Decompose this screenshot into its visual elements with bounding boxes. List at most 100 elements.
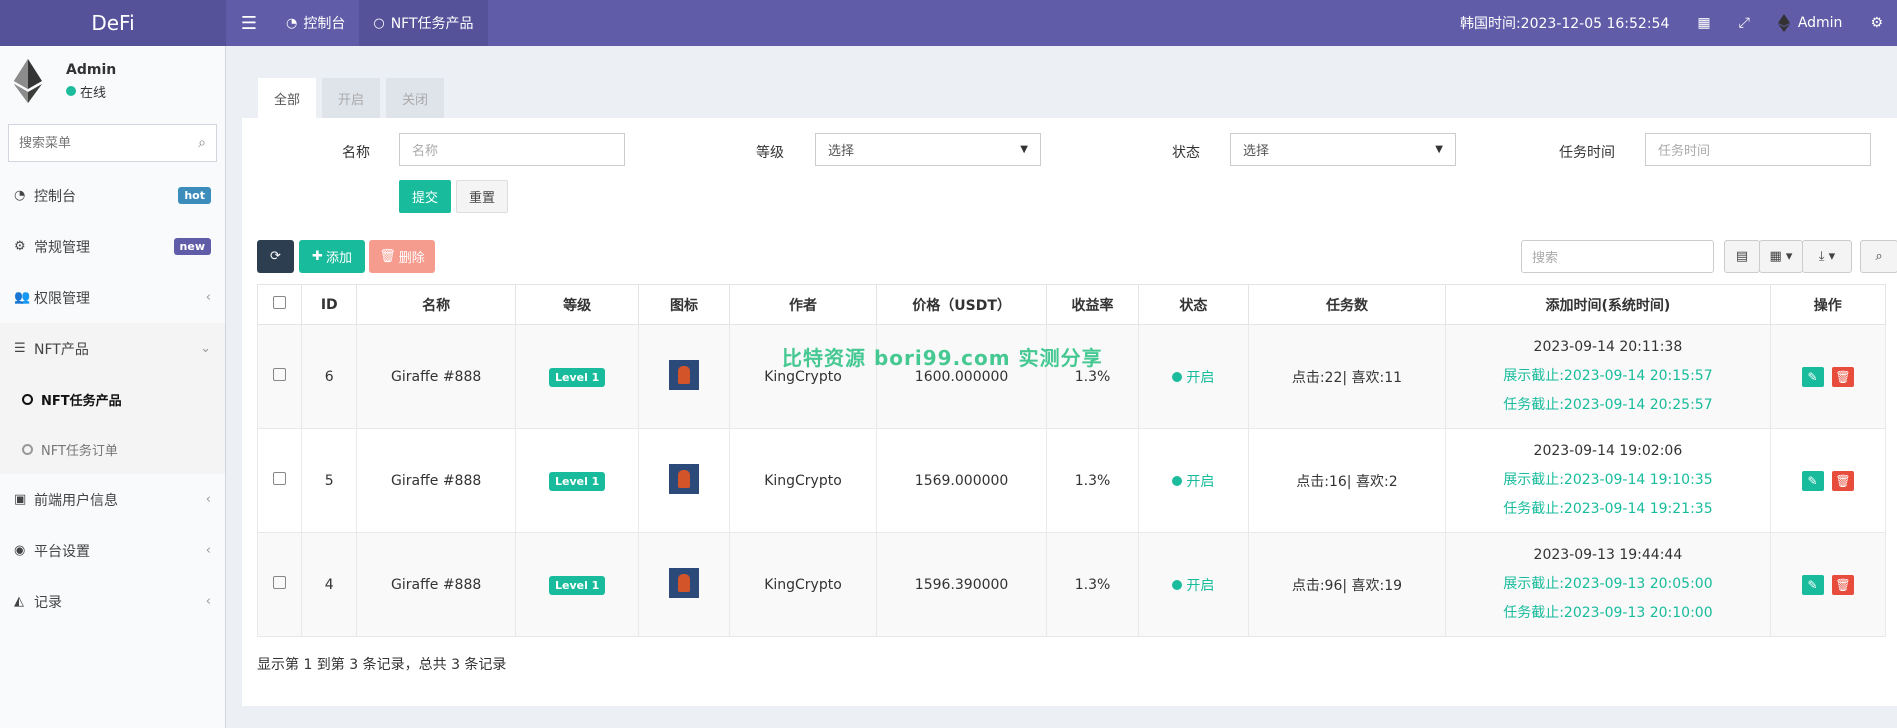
nft-thumbnail-image[interactable] — [669, 463, 700, 494]
level-filter-label: 等级 — [756, 145, 784, 161]
admin-user-menu[interactable]: Admin — [1764, 14, 1857, 32]
dashboard-icon: ◔ — [286, 15, 298, 31]
pagination-info: 显示第 1 到第 3 条记录，总共 3 条记录 — [257, 657, 507, 673]
settings-button[interactable]: ⚙ — [1856, 15, 1897, 31]
nft-product-table: ID 名称 等级 图标 作者 价格（USDT） 收益率 状态 任务数 添加时间(… — [256, 284, 1886, 637]
pencil-icon: ✎ — [1807, 473, 1818, 488]
group-icon: 👥 — [14, 290, 31, 305]
reset-button[interactable]: 重置 — [456, 180, 508, 213]
fullscreen-button[interactable]: ⤢ — [1725, 15, 1764, 31]
bars-icon: ☰ — [240, 12, 258, 34]
level-filter-select[interactable]: 选择 ▼ — [815, 133, 1041, 166]
edit-button[interactable]: ✎ — [1801, 574, 1824, 595]
name-filter-input[interactable]: 名称 — [399, 133, 625, 166]
column-header-added-time[interactable]: 添加时间(系统时间) — [1445, 284, 1771, 325]
show-until: 展示截止:2023-09-13 20:05:00 — [1503, 576, 1713, 592]
columns-button[interactable]: ▦ ▾ — [1759, 240, 1803, 273]
tab-enabled[interactable]: 开启 — [322, 78, 381, 118]
submit-button[interactable]: 提交 — [399, 180, 451, 213]
sidebar-item-permissions[interactable]: 👥 权限管理 ‹ — [0, 272, 225, 323]
column-header-status[interactable]: 状态 — [1138, 284, 1249, 325]
watermark-text: 比特资源 bori99.com 实测分享 — [782, 346, 1103, 370]
menu-toggle-button[interactable]: ☰ — [226, 0, 272, 46]
status-filter-select[interactable]: 选择 ▼ — [1230, 133, 1456, 166]
cell-actions: ✎ 🗑 — [1769, 532, 1886, 637]
status-dot-icon — [1172, 371, 1183, 382]
sidebar-item-label: NFT产品 — [34, 341, 89, 358]
column-header-level[interactable]: 等级 — [514, 284, 640, 325]
sidebar-item-label: 平台设置 — [34, 543, 90, 560]
task-time-filter-label: 任务时间 — [1559, 145, 1615, 161]
area-chart-icon: ◭ — [14, 594, 24, 609]
nft-thumbnail-image[interactable] — [669, 567, 700, 598]
main-content: 全部 开启 关闭 名称 名称 等级 选择 ▼ 状态 选择 ▼ 任务时间 任务时间… — [242, 62, 1897, 706]
nft-thumbnail-image[interactable] — [669, 359, 700, 390]
cell-status: 开启 — [1138, 324, 1249, 429]
delete-row-button[interactable]: 🗑 — [1831, 470, 1854, 491]
edit-button[interactable]: ✎ — [1801, 366, 1824, 387]
select-all-header[interactable] — [256, 284, 303, 325]
cell-actions: ✎ 🗑 — [1769, 324, 1886, 429]
row-checkbox[interactable] — [273, 576, 287, 589]
filter-tabs: 全部 开启 关闭 — [242, 62, 1897, 118]
menu-search-input[interactable] — [19, 135, 199, 151]
status-label: 开启 — [1186, 577, 1215, 594]
table-search-input[interactable]: 搜索 — [1521, 240, 1714, 273]
menu-search[interactable]: ⌕ — [8, 124, 217, 162]
sidebar-subitem-nft-task-order[interactable]: NFT任务订单 — [0, 424, 225, 474]
circle-icon — [22, 393, 33, 405]
sidebar-subitem-nft-task-product[interactable]: NFT任务产品 — [0, 374, 225, 424]
task-time-filter-input[interactable]: 任务时间 — [1645, 133, 1871, 166]
sidebar-item-general[interactable]: ⚙ 常规管理 new — [0, 221, 225, 272]
cell-rate: 1.3% — [1045, 324, 1140, 429]
cell-author: KingCrypto — [728, 324, 878, 429]
trash-icon: 🗑 — [1835, 473, 1851, 488]
cell-added-time: 2023-09-14 19:02:06 展示截止:2023-09-14 19:1… — [1445, 428, 1771, 533]
row-checkbox[interactable] — [273, 472, 287, 485]
sidebar-item-nft-products[interactable]: ☰ NFT产品 ⌄ — [0, 323, 225, 374]
tab-all[interactable]: 全部 — [258, 78, 317, 118]
row-checkbox[interactable] — [273, 368, 287, 381]
sidebar-item-frontend-users[interactable]: ▣ 前端用户信息 ‹ — [0, 474, 225, 525]
advanced-search-button[interactable]: ⌕ — [1860, 240, 1897, 273]
expand-icon: ⤢ — [1738, 15, 1750, 31]
delete-row-button[interactable]: 🗑 — [1831, 574, 1854, 595]
refresh-icon: ⟳ — [270, 249, 281, 264]
dashboard-icon: ◔ — [14, 188, 26, 203]
column-header-rate[interactable]: 收益率 — [1045, 284, 1140, 325]
refresh-button[interactable]: ⟳ — [257, 240, 294, 273]
tab-disabled[interactable]: 关闭 — [386, 78, 445, 118]
sidebar-menu: ◔ 控制台 hot ⚙ 常规管理 new 👥 权限管理 ‹ ☰ NFT产品 ⌄ … — [0, 170, 225, 627]
delete-row-button[interactable]: 🗑 — [1831, 366, 1854, 387]
trash-icon: 🗑 — [1835, 577, 1851, 592]
translate-icon: ▦ — [1697, 15, 1711, 31]
column-header-icon[interactable]: 图标 — [638, 284, 730, 325]
tab-dashboard-label: 控制台 — [303, 16, 346, 32]
column-header-tasks[interactable]: 任务数 — [1247, 284, 1447, 325]
select-all-checkbox[interactable] — [273, 296, 287, 309]
sidebar-item-dashboard[interactable]: ◔ 控制台 hot — [0, 170, 225, 221]
list-icon: ☰ — [14, 341, 26, 356]
delete-button[interactable]: 🗑 删除 — [369, 240, 435, 273]
trash-icon: 🗑 — [379, 249, 396, 264]
column-header-name[interactable]: 名称 — [356, 284, 516, 325]
tab-dashboard[interactable]: ◔ 控制台 — [272, 0, 359, 46]
language-button[interactable]: ▦ — [1683, 15, 1724, 31]
column-header-price[interactable]: 价格（USDT） — [876, 284, 1047, 325]
sidebar-item-records[interactable]: ◭ 记录 ‹ — [0, 576, 225, 627]
export-button[interactable]: ⤓ ▾ — [1802, 240, 1852, 273]
tab-nft-task-product[interactable]: ○ NFT任务产品 — [359, 0, 488, 46]
chevron-left-icon: ‹ — [205, 543, 211, 558]
edit-button[interactable]: ✎ — [1801, 470, 1824, 491]
user-panel: Admin 在线 — [0, 46, 225, 116]
column-header-author[interactable]: 作者 — [728, 284, 878, 325]
add-button[interactable]: ✚ 添加 — [299, 240, 365, 273]
column-header-id[interactable]: ID — [301, 284, 358, 325]
sidebar-item-platform-settings[interactable]: ◉ 平台设置 ‹ — [0, 525, 225, 576]
user-status-label: 在线 — [80, 85, 107, 101]
table-row: 4 Giraffe #888 Level 1 KingCrypto 1596.3… — [256, 532, 1886, 637]
toggle-view-button[interactable]: ▤ — [1724, 240, 1760, 273]
brand-logo[interactable]: DeFi — [0, 0, 226, 46]
name-filter-label: 名称 — [342, 145, 370, 161]
cell-price: 1600.000000 — [876, 324, 1047, 429]
